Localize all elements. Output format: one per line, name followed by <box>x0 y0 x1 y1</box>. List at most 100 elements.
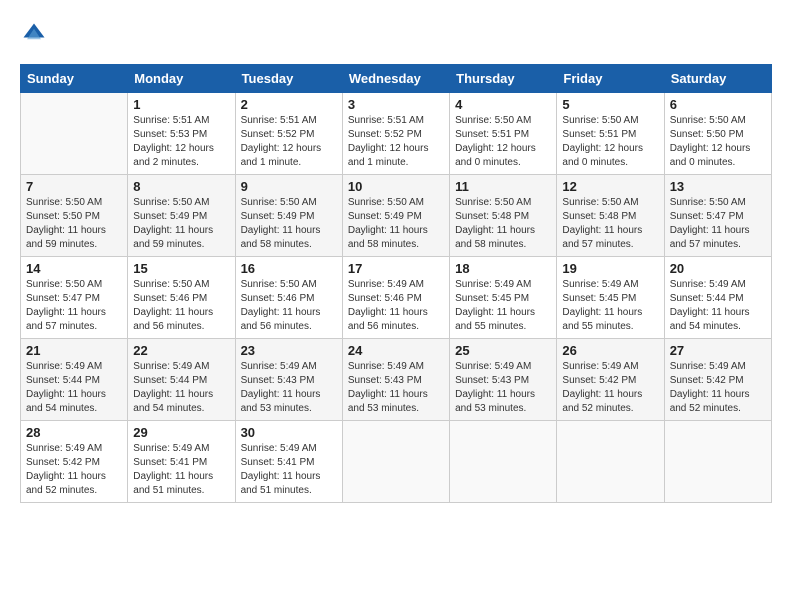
day-info: Sunrise: 5:49 AM Sunset: 5:44 PM Dayligh… <box>670 278 766 334</box>
day-info: Sunrise: 5:49 AM Sunset: 5:44 PM Dayligh… <box>133 360 229 416</box>
calendar-cell <box>557 421 664 503</box>
calendar-cell: 8 Sunrise: 5:50 AM Sunset: 5:49 PM Daylig… <box>128 175 235 257</box>
day-number: 3 <box>348 97 444 112</box>
weekday-header: Friday <box>557 65 664 93</box>
day-number: 24 <box>348 343 444 358</box>
day-info: Sunrise: 5:49 AM Sunset: 5:42 PM Dayligh… <box>26 442 122 498</box>
day-info: Sunrise: 5:50 AM Sunset: 5:49 PM Dayligh… <box>133 196 229 252</box>
day-number: 6 <box>670 97 766 112</box>
calendar-cell: 13 Sunrise: 5:50 AM Sunset: 5:47 PM Dayli… <box>664 175 771 257</box>
day-info: Sunrise: 5:49 AM Sunset: 5:46 PM Dayligh… <box>348 278 444 334</box>
day-info: Sunrise: 5:50 AM Sunset: 5:51 PM Dayligh… <box>562 114 658 170</box>
day-info: Sunrise: 5:51 AM Sunset: 5:53 PM Dayligh… <box>133 114 229 170</box>
calendar-cell <box>450 421 557 503</box>
calendar-cell: 12 Sunrise: 5:50 AM Sunset: 5:48 PM Dayli… <box>557 175 664 257</box>
calendar-cell: 3 Sunrise: 5:51 AM Sunset: 5:52 PM Daylig… <box>342 93 449 175</box>
calendar-cell: 19 Sunrise: 5:49 AM Sunset: 5:45 PM Dayli… <box>557 257 664 339</box>
day-info: Sunrise: 5:50 AM Sunset: 5:46 PM Dayligh… <box>133 278 229 334</box>
day-info: Sunrise: 5:50 AM Sunset: 5:47 PM Dayligh… <box>670 196 766 252</box>
day-info: Sunrise: 5:50 AM Sunset: 5:47 PM Dayligh… <box>26 278 122 334</box>
calendar-cell <box>21 93 128 175</box>
calendar-cell: 7Sunrise: 5:50 AM Sunset: 5:50 PM Daylig… <box>21 175 128 257</box>
day-number: 21 <box>26 343 122 358</box>
calendar-cell: 30 Sunrise: 5:49 AM Sunset: 5:41 PM Dayli… <box>235 421 342 503</box>
weekday-header: Tuesday <box>235 65 342 93</box>
calendar-cell: 4Sunrise: 5:50 AM Sunset: 5:51 PM Daylig… <box>450 93 557 175</box>
day-number: 22 <box>133 343 229 358</box>
calendar-week-row: 7Sunrise: 5:50 AM Sunset: 5:50 PM Daylig… <box>21 175 772 257</box>
calendar-cell: 29Sunrise: 5:49 AM Sunset: 5:41 PM Dayli… <box>128 421 235 503</box>
day-number: 20 <box>670 261 766 276</box>
day-info: Sunrise: 5:49 AM Sunset: 5:41 PM Dayligh… <box>241 442 337 498</box>
day-info: Sunrise: 5:50 AM Sunset: 5:50 PM Dayligh… <box>670 114 766 170</box>
weekday-header: Sunday <box>21 65 128 93</box>
calendar-cell: 11 Sunrise: 5:50 AM Sunset: 5:48 PM Dayli… <box>450 175 557 257</box>
day-info: Sunrise: 5:50 AM Sunset: 5:50 PM Dayligh… <box>26 196 122 252</box>
day-info: Sunrise: 5:49 AM Sunset: 5:43 PM Dayligh… <box>455 360 551 416</box>
day-info: Sunrise: 5:50 AM Sunset: 5:48 PM Dayligh… <box>455 196 551 252</box>
calendar-cell: 1 Sunrise: 5:51 AM Sunset: 5:53 PM Daylig… <box>128 93 235 175</box>
calendar-week-row: 28 Sunrise: 5:49 AM Sunset: 5:42 PM Dayli… <box>21 421 772 503</box>
day-number: 1 <box>133 97 229 112</box>
day-number: 13 <box>670 179 766 194</box>
day-number: 19 <box>562 261 658 276</box>
calendar-cell: 26 Sunrise: 5:49 AM Sunset: 5:42 PM Dayli… <box>557 339 664 421</box>
calendar-cell: 25 Sunrise: 5:49 AM Sunset: 5:43 PM Dayli… <box>450 339 557 421</box>
day-number: 17 <box>348 261 444 276</box>
weekday-header: Thursday <box>450 65 557 93</box>
calendar-cell <box>342 421 449 503</box>
weekday-header-row: SundayMondayTuesdayWednesdayThursdayFrid… <box>21 65 772 93</box>
page-header <box>20 20 772 48</box>
day-number: 5 <box>562 97 658 112</box>
calendar-cell: 14 Sunrise: 5:50 AM Sunset: 5:47 PM Dayli… <box>21 257 128 339</box>
day-info: Sunrise: 5:49 AM Sunset: 5:45 PM Dayligh… <box>562 278 658 334</box>
calendar-cell: 20 Sunrise: 5:49 AM Sunset: 5:44 PM Dayli… <box>664 257 771 339</box>
calendar-cell: 16Sunrise: 5:50 AM Sunset: 5:46 PM Dayli… <box>235 257 342 339</box>
calendar-cell: 27 Sunrise: 5:49 AM Sunset: 5:42 PM Dayli… <box>664 339 771 421</box>
calendar-week-row: 21 Sunrise: 5:49 AM Sunset: 5:44 PM Dayli… <box>21 339 772 421</box>
day-number: 18 <box>455 261 551 276</box>
calendar-cell: 22 Sunrise: 5:49 AM Sunset: 5:44 PM Dayli… <box>128 339 235 421</box>
day-info: Sunrise: 5:49 AM Sunset: 5:42 PM Dayligh… <box>562 360 658 416</box>
day-info: Sunrise: 5:49 AM Sunset: 5:45 PM Dayligh… <box>455 278 551 334</box>
logo-icon <box>20 20 48 48</box>
day-info: Sunrise: 5:51 AM Sunset: 5:52 PM Dayligh… <box>348 114 444 170</box>
calendar-cell: 18 Sunrise: 5:49 AM Sunset: 5:45 PM Dayli… <box>450 257 557 339</box>
day-number: 12 <box>562 179 658 194</box>
calendar-cell: 21Sunrise: 5:49 AM Sunset: 5:44 PM Dayli… <box>21 339 128 421</box>
calendar-cell <box>664 421 771 503</box>
calendar-cell: 28 Sunrise: 5:49 AM Sunset: 5:42 PM Dayli… <box>21 421 128 503</box>
day-number: 30 <box>241 425 337 440</box>
day-number: 9 <box>241 179 337 194</box>
weekday-header: Monday <box>128 65 235 93</box>
day-info: Sunrise: 5:49 AM Sunset: 5:41 PM Dayligh… <box>133 442 229 498</box>
day-info: Sunrise: 5:50 AM Sunset: 5:46 PM Dayligh… <box>241 278 337 334</box>
day-number: 10 <box>348 179 444 194</box>
calendar-cell: 5 Sunrise: 5:50 AM Sunset: 5:51 PM Daylig… <box>557 93 664 175</box>
logo <box>20 20 52 48</box>
day-number: 14 <box>26 261 122 276</box>
day-number: 2 <box>241 97 337 112</box>
day-number: 15 <box>133 261 229 276</box>
weekday-header: Wednesday <box>342 65 449 93</box>
day-info: Sunrise: 5:49 AM Sunset: 5:43 PM Dayligh… <box>348 360 444 416</box>
day-info: Sunrise: 5:49 AM Sunset: 5:42 PM Dayligh… <box>670 360 766 416</box>
calendar-cell: 9Sunrise: 5:50 AM Sunset: 5:49 PM Daylig… <box>235 175 342 257</box>
day-info: Sunrise: 5:51 AM Sunset: 5:52 PM Dayligh… <box>241 114 337 170</box>
day-number: 23 <box>241 343 337 358</box>
calendar-cell: 23Sunrise: 5:49 AM Sunset: 5:43 PM Dayli… <box>235 339 342 421</box>
day-number: 28 <box>26 425 122 440</box>
calendar-week-row: 1 Sunrise: 5:51 AM Sunset: 5:53 PM Daylig… <box>21 93 772 175</box>
day-info: Sunrise: 5:50 AM Sunset: 5:51 PM Dayligh… <box>455 114 551 170</box>
calendar-cell: 6 Sunrise: 5:50 AM Sunset: 5:50 PM Daylig… <box>664 93 771 175</box>
day-number: 8 <box>133 179 229 194</box>
day-number: 27 <box>670 343 766 358</box>
day-info: Sunrise: 5:50 AM Sunset: 5:48 PM Dayligh… <box>562 196 658 252</box>
calendar-cell: 2 Sunrise: 5:51 AM Sunset: 5:52 PM Daylig… <box>235 93 342 175</box>
calendar-cell: 10Sunrise: 5:50 AM Sunset: 5:49 PM Dayli… <box>342 175 449 257</box>
day-number: 26 <box>562 343 658 358</box>
day-number: 25 <box>455 343 551 358</box>
day-number: 11 <box>455 179 551 194</box>
calendar-cell: 15 Sunrise: 5:50 AM Sunset: 5:46 PM Dayli… <box>128 257 235 339</box>
weekday-header: Saturday <box>664 65 771 93</box>
